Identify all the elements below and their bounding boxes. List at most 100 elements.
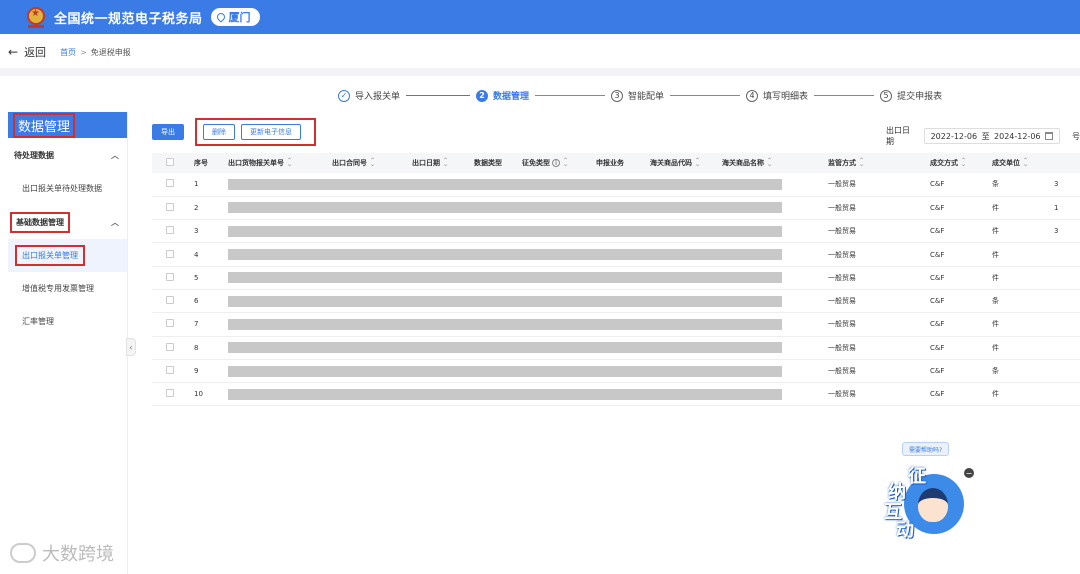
- calendar-icon: [1045, 132, 1053, 140]
- header-declaration-business: 申报业务: [592, 153, 646, 173]
- header-declaration-no[interactable]: 出口货物报关单号 ⌃ ⌄: [224, 153, 328, 173]
- table-row[interactable]: 7 一般贸易 C&F 件: [152, 312, 1080, 337]
- table-row[interactable]: 6 一般贸易 C&F 条: [152, 289, 1080, 314]
- table-row[interactable]: 8 一般贸易 C&F 件: [152, 336, 1080, 360]
- step-import[interactable]: ✓ 导入报关单: [338, 89, 400, 102]
- row-checkbox-cell: [152, 266, 190, 290]
- header-deal-unit[interactable]: 成交单位 ⌃ ⌄: [988, 153, 1050, 173]
- cell-supervision: 一般贸易: [824, 219, 926, 244]
- info-icon: i: [552, 159, 560, 167]
- row-checkbox[interactable]: [166, 296, 174, 305]
- chevron-up-icon: ︿: [111, 217, 119, 227]
- cell-deal-method: C&F: [926, 242, 988, 267]
- location-pin-icon: [214, 11, 227, 23]
- table-row[interactable]: 10 一般贸易 C&F 件: [152, 382, 1080, 407]
- sort-icon: ⌃ ⌄: [767, 157, 773, 168]
- cell-supervision: 一般贸易: [824, 289, 926, 314]
- cell-qty: 3: [1050, 173, 1080, 197]
- table-row[interactable]: 5 一般贸易 C&F 件: [152, 266, 1080, 290]
- cell-qty: 3: [1050, 219, 1080, 244]
- row-checkbox[interactable]: [166, 389, 174, 398]
- redacted-block: [228, 365, 782, 377]
- table-row[interactable]: 4 一般贸易 C&F 件: [152, 242, 1080, 267]
- back-arrow-icon[interactable]: ←: [8, 45, 18, 59]
- header-hs-code[interactable]: 海关商品代码 ⌃ ⌄: [646, 153, 718, 173]
- cell-qty: [1050, 242, 1080, 267]
- row-checkbox[interactable]: [166, 202, 174, 211]
- start-date: 2022-12-06: [930, 131, 978, 141]
- header-supervision[interactable]: 监管方式 ⌃ ⌄: [824, 153, 926, 173]
- back-button[interactable]: 返回: [24, 44, 46, 60]
- cell-redacted: [224, 266, 824, 290]
- progress-steps: ✓ 导入报关单 2 数据管理 3 智能配单 4 填写明细表 5 提交申报表: [338, 89, 942, 102]
- step-fill-detail[interactable]: 4 填写明细表: [746, 89, 808, 102]
- sidebar-item-vat-invoice[interactable]: 增值税专用发票管理: [8, 272, 127, 305]
- step-smart-match[interactable]: 3 智能配单: [611, 89, 664, 102]
- header-deal-method[interactable]: 成交方式 ⌃ ⌄: [926, 153, 988, 173]
- cell-seq: 3: [190, 219, 224, 244]
- toolbar: 导出 删除 更新电子信息: [152, 118, 316, 146]
- tax-assistant-widget[interactable]: 需要帮助吗? 征 纳 互 动 −: [880, 440, 976, 544]
- cell-redacted: [224, 359, 824, 384]
- step-data-manage[interactable]: 2 数据管理: [476, 89, 529, 102]
- close-icon[interactable]: −: [964, 468, 974, 478]
- header-hs-name[interactable]: 海关商品名称 ⌃ ⌄: [718, 153, 824, 173]
- sidebar-group-label: 基础数据管理: [10, 211, 70, 233]
- row-checkbox[interactable]: [166, 342, 174, 351]
- step-submit[interactable]: 5 提交申报表: [880, 89, 942, 102]
- row-checkbox[interactable]: [166, 179, 174, 188]
- row-checkbox[interactable]: [166, 366, 174, 375]
- cell-seq: 2: [190, 196, 224, 221]
- redacted-block: [228, 249, 782, 261]
- cell-supervision: 一般贸易: [824, 266, 926, 290]
- row-checkbox[interactable]: [166, 272, 174, 281]
- header-export-date[interactable]: 出口日期 ⌃ ⌄: [408, 153, 470, 173]
- sidebar-collapse-button[interactable]: ‹: [126, 338, 136, 356]
- breadcrumb-separator: >: [80, 47, 87, 57]
- cell-redacted: [224, 312, 824, 337]
- row-checkbox-cell: [152, 312, 190, 337]
- table-row[interactable]: 1 一般贸易 C&F 条 3: [152, 173, 1080, 197]
- date-range-picker[interactable]: 2022-12-06 至 2024-12-06: [923, 128, 1060, 144]
- export-button[interactable]: 导出: [152, 124, 184, 140]
- step-number: 5: [880, 89, 893, 102]
- chevron-up-icon: ︿: [111, 150, 119, 160]
- cell-seq: 10: [190, 382, 224, 407]
- select-all-checkbox[interactable]: [166, 158, 174, 166]
- table-row[interactable]: 3 一般贸易 C&F 件 3: [152, 219, 1080, 244]
- sidebar-item-exchange-rate[interactable]: 汇率管理: [8, 305, 127, 338]
- row-checkbox[interactable]: [166, 319, 174, 328]
- cell-supervision: 一般贸易: [824, 242, 926, 267]
- update-electronic-info-button[interactable]: 更新电子信息: [241, 124, 301, 140]
- sidebar-group-basic-data[interactable]: 基础数据管理 ︿: [8, 205, 127, 239]
- sidebar-item-label: 汇率管理: [22, 317, 54, 326]
- breadcrumb-home[interactable]: 首页: [60, 47, 76, 58]
- sidebar-item-declaration-manage[interactable]: 出口报关单管理: [8, 239, 127, 272]
- header-tax-type[interactable]: 征免类型 i ⌃ ⌄: [518, 153, 592, 173]
- sidebar-item-label: 增值税专用发票管理: [22, 284, 94, 293]
- city-selector[interactable]: 厦门: [210, 8, 260, 26]
- delete-button[interactable]: 删除: [203, 124, 235, 140]
- header-data-type: 数据类型: [470, 153, 518, 173]
- header-contract-no[interactable]: 出口合同号 ⌃ ⌄: [328, 153, 408, 173]
- sidebar-item-label: 出口报关单待处理数据: [22, 184, 102, 193]
- table-row[interactable]: 2 一般贸易 C&F 件 1: [152, 196, 1080, 221]
- sort-icon: ⌃ ⌄: [370, 157, 376, 168]
- table-row[interactable]: 9 一般贸易 C&F 条: [152, 359, 1080, 384]
- help-bubble[interactable]: 需要帮助吗?: [902, 442, 950, 456]
- page-divider: [0, 68, 1080, 76]
- step-connector: [406, 95, 471, 96]
- cell-deal-unit: 件: [988, 312, 1050, 337]
- city-name: 厦门: [228, 11, 251, 24]
- sidebar-group-pending[interactable]: 待处理数据 ︿: [8, 138, 127, 172]
- sidebar-item-pending-declarations[interactable]: 出口报关单待处理数据: [8, 172, 127, 205]
- row-checkbox[interactable]: [166, 226, 174, 235]
- sidebar-header: 数据管理: [8, 112, 127, 138]
- row-checkbox-cell: [152, 242, 190, 267]
- row-checkbox[interactable]: [166, 249, 174, 258]
- cell-supervision: 一般贸易: [824, 173, 926, 197]
- cell-seq: 7: [190, 312, 224, 337]
- cell-seq: 9: [190, 359, 224, 384]
- cell-redacted: [224, 196, 824, 221]
- step-label: 导入报关单: [355, 92, 401, 102]
